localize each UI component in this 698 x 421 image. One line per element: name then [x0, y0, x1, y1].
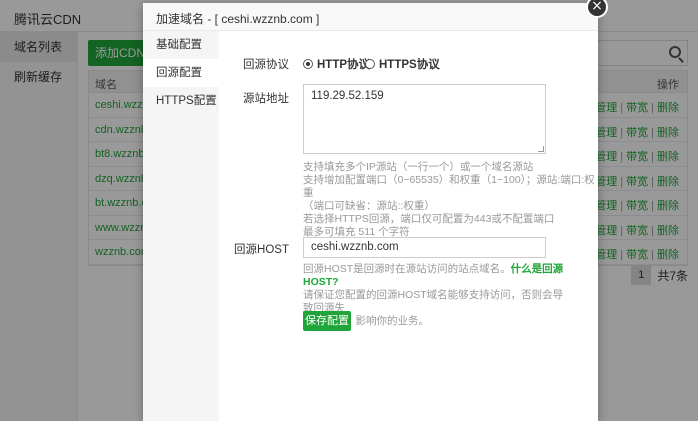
origin-host-label: 回源HOST — [234, 244, 289, 256]
origin-config-form: 回源协议 HTTP协议 HTTPS协议 源站地址 119.29.52.159 支… — [219, 31, 598, 421]
origin-address-value: 119.29.52.159 — [311, 90, 384, 102]
origin-address-label: 源站地址 — [243, 93, 289, 105]
origin-host-value: ceshi.wzznb.com — [311, 241, 399, 253]
help-line: 支持增加配置端口（0~65535）和权重（1~100）；源站:端口:权重 — [303, 174, 595, 199]
tab-basic-config[interactable]: 基础配置 — [143, 31, 219, 59]
dialog-header: 加速域名 - [ ceshi.wzznb.com ] — [143, 3, 598, 31]
dialog-tabs: 基础配置 回源配置 HTTPS配置 — [143, 31, 219, 421]
origin-address-textarea[interactable]: 119.29.52.159 — [303, 84, 546, 154]
radio-checked-icon[interactable] — [303, 59, 313, 69]
http-radio[interactable]: HTTP协议 — [303, 56, 370, 72]
origin-host-input[interactable]: ceshi.wzznb.com — [303, 237, 546, 258]
origin-help-text: 支持填充多个IP源站（一行一个）或一个域名源站 支持增加配置端口（0~65535… — [303, 161, 598, 239]
radio-unchecked-icon[interactable] — [365, 59, 375, 69]
tab-origin-config[interactable]: 回源配置 — [143, 59, 219, 87]
save-config-button[interactable]: 保存配置 — [303, 311, 351, 331]
help-line: 若选择HTTPS回源，端口仅可配置为443或不配置端口 — [303, 213, 555, 225]
tab-https-config[interactable]: HTTPS配置 — [143, 87, 219, 115]
http-radio-label: HTTP协议 — [317, 59, 371, 71]
protocol-label: 回源协议 — [243, 59, 289, 71]
https-radio[interactable]: HTTPS协议 — [365, 56, 440, 72]
dialog-title: 加速域名 - [ ceshi.wzznb.com ] — [156, 12, 320, 26]
help-line: （端口可缺省：源站::权重） — [303, 200, 435, 212]
help-line: 支持填充多个IP源站（一行一个）或一个域名源站 — [303, 161, 534, 173]
https-radio-label: HTTPS协议 — [379, 59, 440, 71]
resize-handle-icon[interactable] — [538, 146, 544, 152]
domain-config-dialog: 加速域名 - [ ceshi.wzznb.com ] 基础配置 回源配置 HTT… — [143, 3, 598, 421]
help-line: 回源HOST是回源时在源站访问的站点域名。 — [303, 263, 511, 275]
